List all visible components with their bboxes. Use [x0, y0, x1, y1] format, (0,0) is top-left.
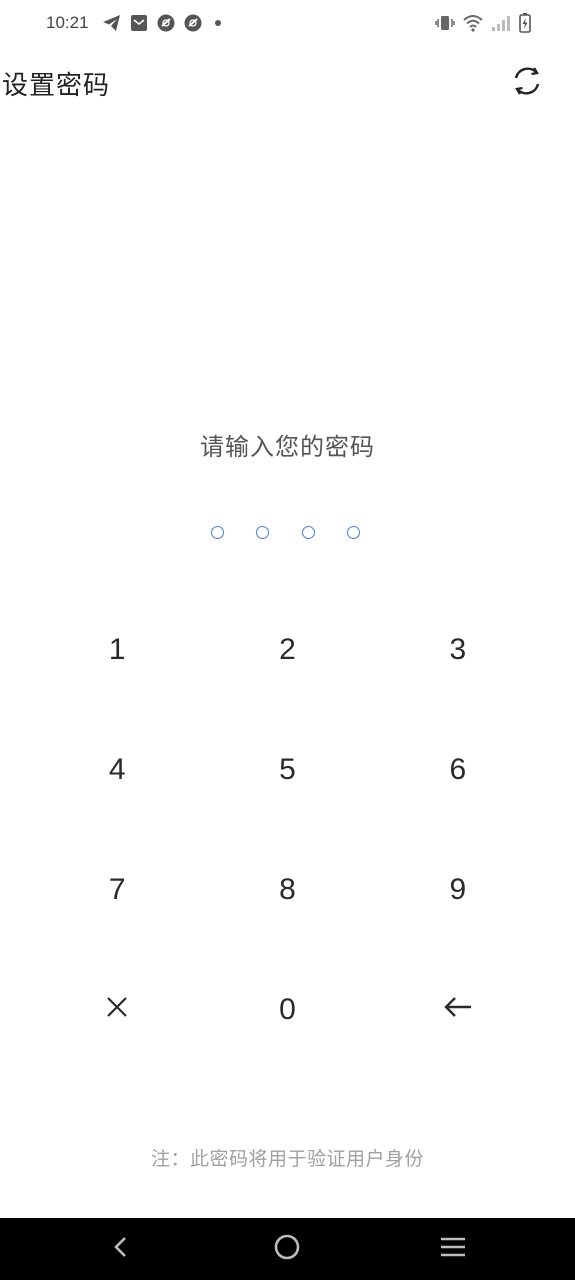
key-7[interactable]: 7 — [32, 830, 202, 950]
screen: 10:21 设置密码 请输入您的密码 1 2 3 4 5 6 7 8 9 0 注… — [0, 0, 575, 1280]
clear-key[interactable] — [32, 950, 202, 1070]
nav-home-button[interactable] — [270, 1232, 304, 1266]
pin-dot — [211, 526, 224, 539]
nav-recents-button[interactable] — [436, 1232, 470, 1266]
nav-back-button[interactable] — [104, 1232, 138, 1266]
numeric-keypad: 1 2 3 4 5 6 7 8 9 0 — [32, 590, 543, 1070]
app-bar: 设置密码 — [0, 56, 575, 112]
key-6[interactable]: 6 — [373, 710, 543, 830]
key-1[interactable]: 1 — [32, 590, 202, 710]
app-badge-icon — [157, 14, 175, 32]
recents-icon — [439, 1235, 467, 1263]
key-8[interactable]: 8 — [202, 830, 372, 950]
battery-charging-icon — [519, 13, 531, 33]
arrow-left-icon — [443, 993, 473, 1027]
status-time: 10:21 — [46, 13, 89, 32]
vibrate-icon — [435, 14, 455, 32]
close-icon — [105, 993, 129, 1027]
status-system-icons — [435, 13, 531, 33]
key-0[interactable]: 0 — [202, 950, 372, 1070]
status-bar: 10:21 — [0, 0, 575, 48]
home-icon — [273, 1233, 301, 1265]
key-4[interactable]: 4 — [32, 710, 202, 830]
refresh-icon — [510, 64, 544, 102]
page-title: 设置密码 — [2, 71, 111, 101]
status-notification-icons — [102, 14, 225, 32]
telegram-icon — [102, 14, 121, 32]
pin-dot — [347, 526, 360, 539]
security-note: 注：此密码将用于验证用户身份 — [150, 1148, 424, 1170]
pin-indicator — [211, 526, 371, 544]
key-9[interactable]: 9 — [373, 830, 543, 950]
mail-icon — [130, 14, 148, 32]
system-nav-bar — [0, 1218, 575, 1280]
pin-dot — [302, 526, 315, 539]
key-2[interactable]: 2 — [202, 590, 372, 710]
back-icon — [111, 1235, 131, 1263]
signal-icon — [491, 14, 511, 32]
wifi-icon — [463, 14, 483, 32]
key-5[interactable]: 5 — [202, 710, 372, 830]
more-dot-icon — [211, 14, 225, 32]
key-3[interactable]: 3 — [373, 590, 543, 710]
pin-dot — [256, 526, 269, 539]
backspace-key[interactable] — [373, 950, 543, 1070]
refresh-button[interactable] — [506, 62, 548, 104]
app-badge-icon — [184, 14, 202, 32]
password-prompt: 请输入您的密码 — [200, 433, 375, 461]
